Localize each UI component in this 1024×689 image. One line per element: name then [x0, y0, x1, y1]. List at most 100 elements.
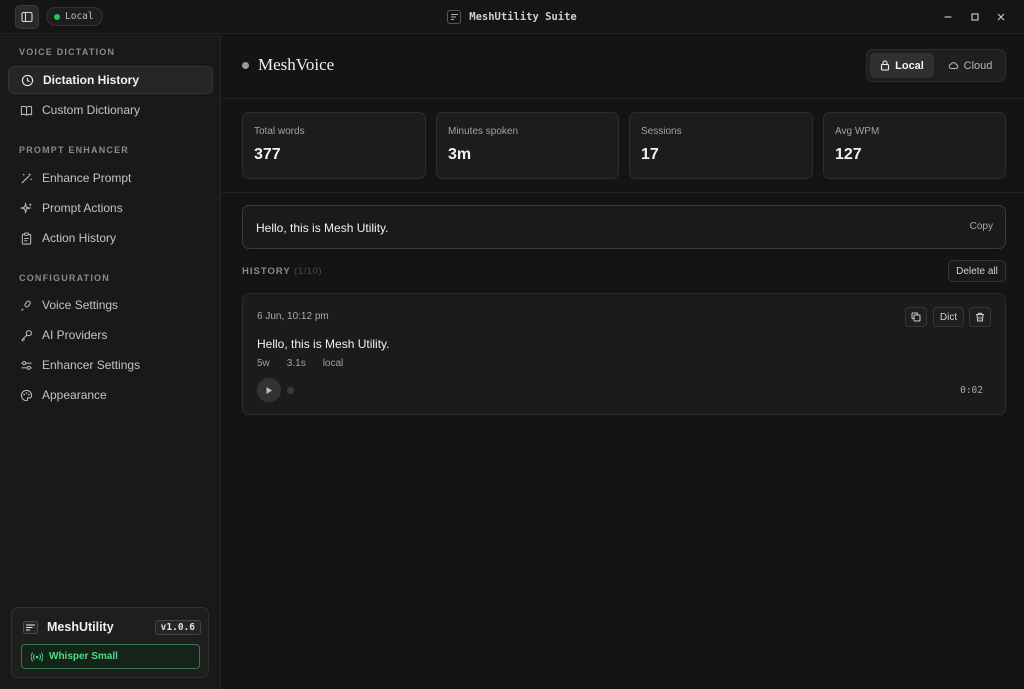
model-selector-button[interactable]: Whisper Small [21, 644, 200, 669]
sidebar-item-appearance[interactable]: Appearance [8, 381, 213, 409]
close-button[interactable] [993, 9, 1009, 25]
trash-icon [976, 312, 984, 322]
app-info-card: MeshUtility v1.0.6 Whisper Small [11, 607, 209, 678]
mode-toggle-cloud[interactable]: Cloud [937, 53, 1003, 78]
entry-word-count: 5w [257, 358, 270, 369]
microphone-icon [20, 299, 31, 311]
mode-status-pill[interactable]: Local [46, 7, 103, 26]
stat-label: Avg WPM [835, 126, 880, 137]
maximize-button[interactable] [967, 9, 983, 25]
delete-all-button[interactable]: Delete all [948, 260, 1006, 282]
sparkles-icon [20, 201, 33, 214]
book-icon [20, 105, 33, 116]
stat-card-total-words: Total words 377 [242, 112, 426, 179]
stat-value: 127 [835, 146, 862, 163]
maximize-icon [971, 13, 979, 21]
mode-toggle-local-label: Local [895, 59, 924, 72]
magic-wand-icon [21, 172, 32, 184]
sidebar-item-dictation-history[interactable]: Dictation History [8, 66, 213, 94]
play-button[interactable] [257, 378, 281, 402]
window-title: MeshUtility Suite [0, 0, 1024, 34]
playback-duration: 0:02 [960, 385, 983, 396]
version-badge: v1.0.6 [154, 619, 201, 635]
clipboard-icon [21, 231, 32, 245]
copy-icon [911, 312, 921, 322]
latest-transcript-box: Hello, this is Mesh Utility. Copy [242, 205, 1006, 249]
cloud-icon [948, 62, 958, 69]
clock-icon [21, 74, 34, 86]
playback-progress-handle[interactable] [287, 387, 294, 394]
history-heading: HISTORY (1/10) [242, 266, 322, 277]
sidebar-item-label: Appearance [42, 388, 107, 402]
minimize-button[interactable] [940, 9, 956, 25]
stat-value: 3m [448, 146, 472, 163]
mode-toggle-local[interactable]: Local [870, 53, 934, 78]
sidebar-item-prompt-actions[interactable]: Prompt Actions [8, 194, 213, 222]
page-title: MeshVoice [258, 55, 335, 74]
sidebar-item-label: Custom Dictionary [42, 103, 141, 117]
window-title-text: MeshUtility Suite [469, 11, 577, 23]
copy-entry-button[interactable] [905, 307, 927, 327]
add-to-dictionary-button[interactable]: Dict [933, 307, 964, 327]
sidebar-item-label: Action History [42, 231, 117, 245]
history-entry: 6 Jun, 10:12 pm Dict Hello, this is Mesh… [242, 293, 1006, 415]
stat-value: 377 [254, 146, 281, 163]
history-count: (1/10) [294, 266, 322, 277]
stats-row: Total words 377 Minutes spoken 3m Sessio… [222, 100, 1024, 193]
history-heading-label: HISTORY [242, 266, 291, 277]
status-dot [54, 13, 60, 20]
mode-toggle: Local Cloud [866, 49, 1006, 82]
play-icon [266, 386, 272, 394]
sidebar-toggle-button[interactable] [15, 5, 39, 29]
sidebar-item-label: Enhance Prompt [42, 171, 132, 185]
sliders-icon [21, 360, 32, 370]
stat-value: 17 [641, 146, 659, 163]
stat-label: Minutes spoken [448, 126, 519, 137]
broadcast-icon [31, 651, 43, 662]
model-selector-label: Whisper Small [49, 651, 118, 662]
sidebar-panel-icon [21, 11, 33, 23]
entry-timestamp: 6 Jun, 10:12 pm [257, 311, 329, 322]
stat-card-avg-wpm: Avg WPM 127 [823, 112, 1006, 179]
main-content: MeshVoice Local Cloud Total words 377 Mi… [222, 35, 1024, 689]
entry-meta: 5w 3.1s local [257, 358, 343, 369]
entry-text: Hello, this is Mesh Utility. [257, 337, 390, 351]
entry-length: 3.1s [286, 358, 306, 369]
sidebar-item-label: Voice Settings [42, 298, 119, 312]
section-label-voice-dictation: VOICE DICTATION [19, 47, 116, 57]
sidebar: VOICE DICTATION Dictation History Custom… [0, 35, 221, 689]
mode-toggle-cloud-label: Cloud [963, 59, 993, 72]
copy-button[interactable]: Copy [970, 221, 993, 232]
sidebar-item-voice-settings[interactable]: Voice Settings [8, 291, 213, 319]
stat-label: Sessions [641, 126, 682, 137]
stat-card-minutes-spoken: Minutes spoken 3m [436, 112, 619, 179]
latest-transcript-text: Hello, this is Mesh Utility. [256, 221, 389, 235]
close-icon [997, 13, 1005, 21]
stat-label: Total words [254, 126, 305, 137]
section-label-prompt-enhancer: PROMPT ENHANCER [19, 145, 130, 155]
minimize-icon [944, 16, 952, 18]
lock-icon [881, 60, 890, 71]
app-info-row: MeshUtility v1.0.6 [23, 618, 201, 636]
stat-card-sessions: Sessions 17 [629, 112, 813, 179]
title-bar: Local MeshUtility Suite [0, 0, 1024, 34]
sidebar-item-ai-providers[interactable]: AI Providers [8, 321, 213, 349]
app-logo-icon [23, 620, 38, 634]
sidebar-item-label: Prompt Actions [42, 201, 123, 215]
sidebar-item-action-history[interactable]: Action History [8, 224, 213, 252]
sidebar-item-label: Dictation History [43, 73, 140, 87]
status-dot [242, 62, 249, 69]
palette-icon [20, 389, 33, 401]
sidebar-item-enhance-prompt[interactable]: Enhance Prompt [8, 164, 213, 192]
app-logo-icon [447, 10, 462, 24]
sidebar-item-custom-dictionary[interactable]: Custom Dictionary [8, 96, 213, 124]
mode-status-label: Local [65, 11, 94, 22]
app-name: MeshUtility [47, 620, 114, 634]
delete-entry-button[interactable] [969, 307, 991, 327]
sidebar-item-label: AI Providers [42, 328, 108, 342]
key-icon [21, 329, 32, 342]
page-header: MeshVoice Local Cloud [222, 35, 1024, 99]
section-label-configuration: CONFIGURATION [19, 273, 110, 283]
entry-source: local [322, 358, 344, 369]
sidebar-item-enhancer-settings[interactable]: Enhancer Settings [8, 351, 213, 379]
